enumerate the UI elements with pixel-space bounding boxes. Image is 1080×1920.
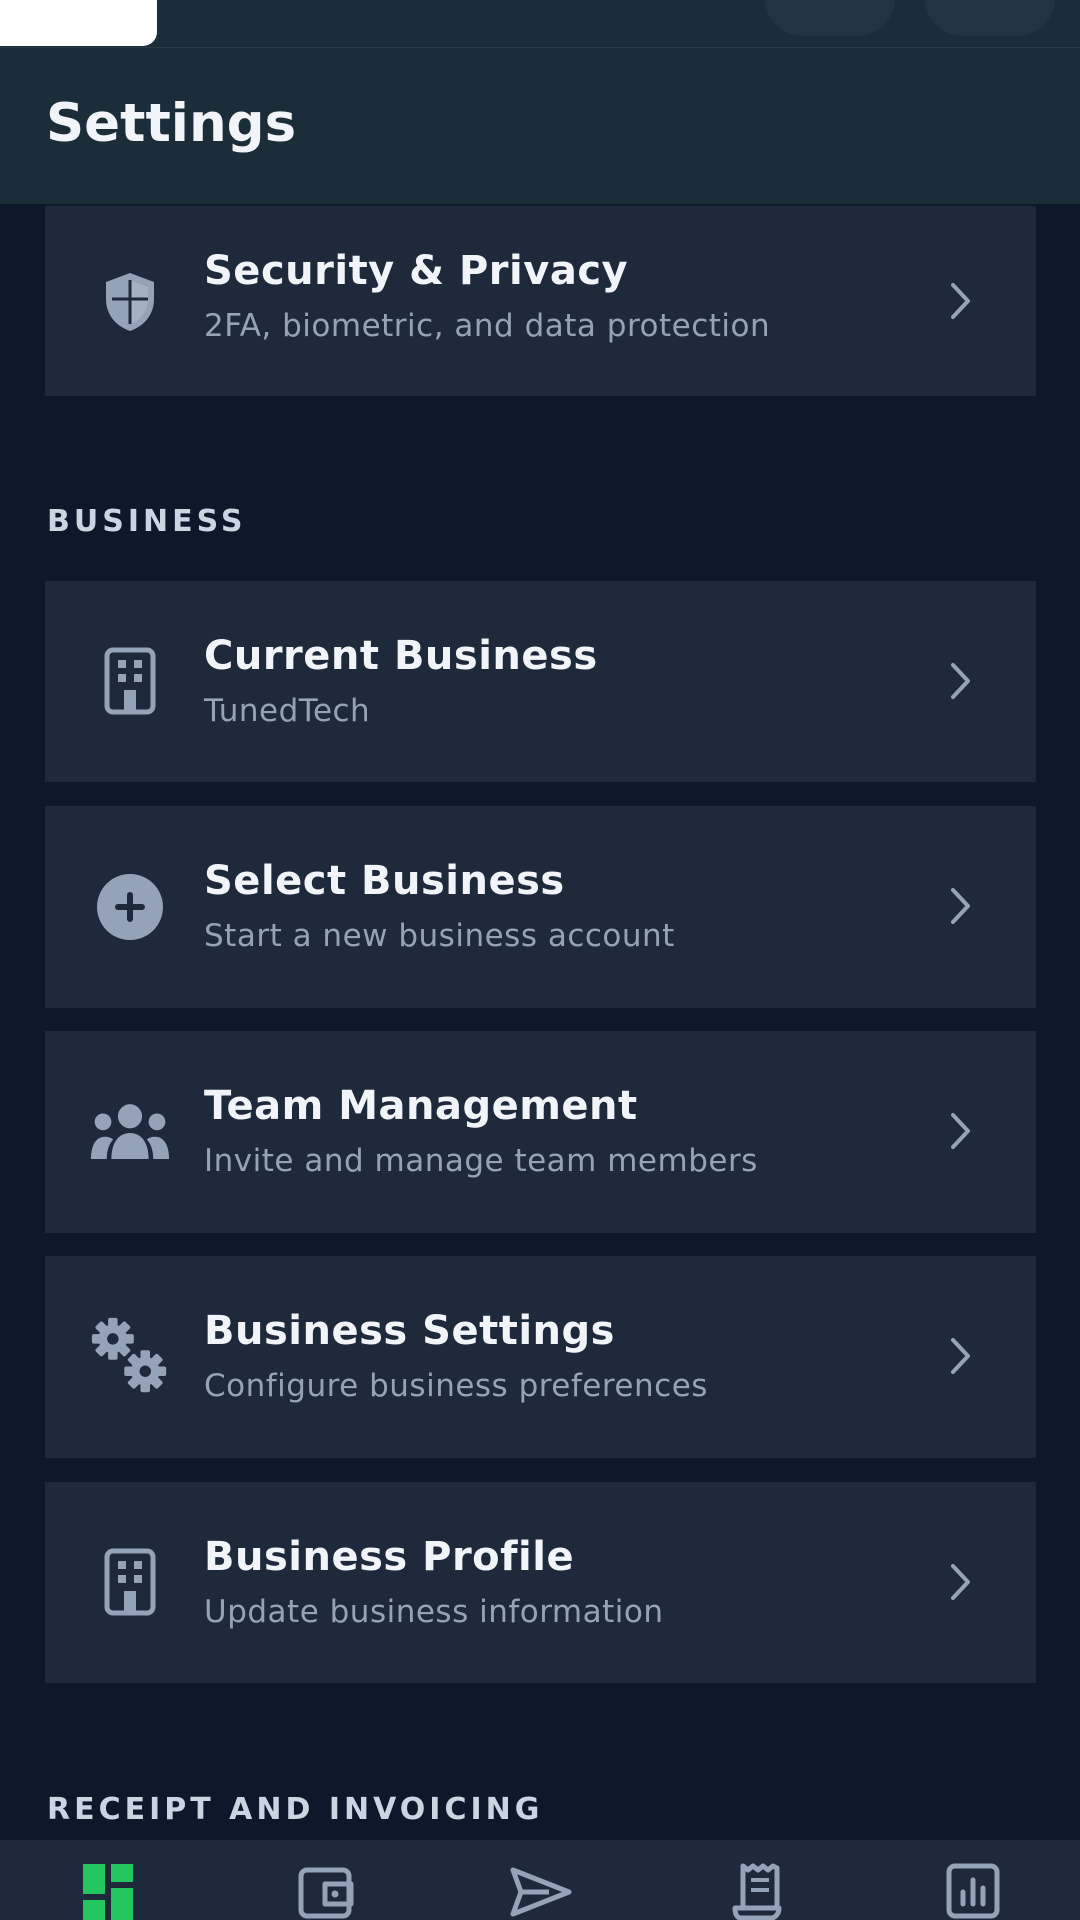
item-title: Team Management (204, 1083, 638, 1129)
item-title: Select Business (204, 858, 565, 904)
item-title: Current Business (204, 633, 598, 679)
nav-analytics[interactable] (938, 1862, 1008, 1920)
settings-screen: Settings Security & Privacy 2FA, biometr… (0, 0, 1080, 1920)
section-label-business: BUSINESS (47, 504, 247, 539)
nav-dashboard[interactable] (73, 1862, 143, 1920)
select-business-item[interactable]: Select Business Start a new business acc… (45, 806, 1036, 1008)
item-title: Business Profile (204, 1534, 575, 1580)
bottom-navigation (0, 1840, 1080, 1920)
nav-send[interactable] (506, 1862, 576, 1920)
team-management-item[interactable]: Team Management Invite and manage team m… (45, 1031, 1036, 1233)
status-pill (0, 0, 157, 46)
building-icon (90, 641, 170, 721)
chevron-right-icon (941, 886, 981, 926)
status-blob (765, 0, 895, 36)
item-subtitle: 2FA, biometric, and data protection (204, 308, 771, 344)
status-blob (925, 0, 1055, 36)
item-title: Security & Privacy (204, 248, 629, 294)
chevron-right-icon (941, 1111, 981, 1151)
wallet-icon (297, 1862, 355, 1920)
item-subtitle: Invite and manage team members (204, 1143, 758, 1179)
business-profile-item[interactable]: Business Profile Update business informa… (45, 1482, 1036, 1683)
users-icon (90, 1093, 170, 1173)
item-subtitle: Update business information (204, 1594, 664, 1630)
chevron-right-icon (941, 1562, 981, 1602)
app-header: Settings (0, 48, 1080, 204)
status-bar (0, 0, 1080, 48)
chevron-right-icon (941, 1336, 981, 1376)
chart-icon (945, 1862, 1001, 1920)
building-icon (90, 1542, 170, 1622)
chevron-right-icon (941, 661, 981, 701)
dashboard-icon (81, 1862, 135, 1920)
nav-wallet[interactable] (291, 1862, 361, 1920)
gears-icon (90, 1316, 170, 1396)
business-settings-item[interactable]: Business Settings Configure business pre… (45, 1256, 1036, 1458)
chevron-right-icon (941, 281, 981, 321)
current-business-item[interactable]: Current Business TunedTech (45, 581, 1036, 782)
section-label-receipt-invoicing: RECEIPT AND INVOICING (47, 1792, 544, 1827)
security-privacy-item[interactable]: Security & Privacy 2FA, biometric, and d… (45, 206, 1036, 396)
shield-icon (90, 262, 170, 342)
item-subtitle: Configure business preferences (204, 1368, 708, 1404)
page-title: Settings (46, 93, 297, 154)
plus-circle-icon (90, 867, 170, 947)
item-subtitle: TunedTech (204, 693, 371, 729)
item-title: Business Settings (204, 1308, 615, 1354)
send-icon (509, 1862, 573, 1920)
receipt-icon (731, 1862, 787, 1920)
item-subtitle: Start a new business account (204, 918, 675, 954)
nav-receipts[interactable] (724, 1862, 794, 1920)
